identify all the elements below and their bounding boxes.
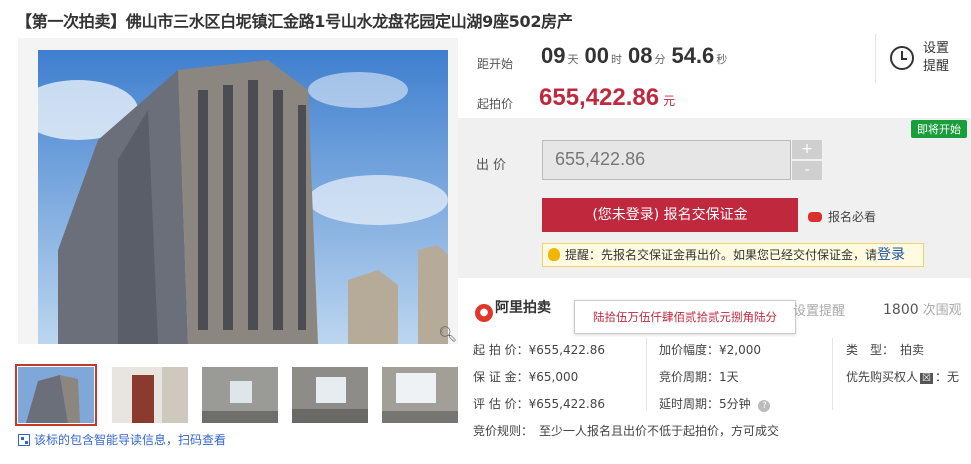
ali-logo-icon: ● <box>475 304 493 322</box>
qr-code-icon <box>18 434 30 446</box>
help-icon[interactable]: ? <box>758 400 771 412</box>
countdown-hours-unit: 时 <box>610 53 622 66</box>
detail-priority-label: 优先购买权人 <box>846 370 919 384</box>
set-reminder-label: 设置提醒 <box>923 41 950 74</box>
detail-type: 类 型： 拍卖 <box>846 341 924 358</box>
detail-priority: 优先购买权人 ☒ ：无 <box>846 368 959 385</box>
detail-type-label: 类 型： <box>846 343 895 357</box>
divider <box>832 338 833 410</box>
countdown-days: 09 <box>541 43 566 68</box>
increase-bid-button[interactable]: + <box>792 140 822 159</box>
countdown-minutes: 08 <box>627 43 653 68</box>
start-price-label: 起拍价 <box>477 97 514 111</box>
tip-text: 先报名交保证金再出价。如果您已经交付保证金，请 <box>601 248 878 262</box>
platform-logo: ● 阿里拍卖 <box>475 297 551 322</box>
divider <box>646 338 647 410</box>
detail-bid-rule: 竞价规则： 至少一人报名且出价不低于起拍价，方可成交 <box>473 424 780 438</box>
register-deposit-button[interactable]: (您未登录) 报名交保证金 <box>542 198 798 232</box>
thumbnail-strip <box>15 364 458 427</box>
countdown-seconds: 54.6 <box>671 43 715 68</box>
page-title: 【第一次拍卖】佛山市三水区白坭镇汇金路1号山水龙盘花园定山湖9座502房产 <box>16 12 573 31</box>
detail-appraisal: 评 估 价：¥655,422.86 <box>473 397 605 411</box>
start-price-amount: 655,422.86 <box>539 84 660 111</box>
set-reminder-link[interactable]: 设置提醒 <box>793 300 845 319</box>
countdown-days-unit: 天 <box>567 53 579 66</box>
detail-priority-value: ：无 <box>934 370 959 384</box>
thumbnail-2[interactable] <box>112 367 188 423</box>
detail-delay-cycle: 延时周期：5分钟 ? <box>659 395 771 412</box>
bid-panel: 即将开始 出价 655,422.86 + - (您未登录) 报名交保证金 报名必… <box>458 118 971 278</box>
lightbulb-icon <box>548 248 560 261</box>
view-count-label: 次围观 <box>922 303 962 318</box>
decrease-bid-button[interactable]: - <box>792 161 822 180</box>
platform-logo-text: 阿里拍卖 <box>495 300 551 316</box>
bid-amount-input[interactable]: 655,422.86 <box>542 140 791 180</box>
set-reminder-button[interactable]: 设置提醒 <box>875 34 971 82</box>
must-read-link[interactable]: 报名必看 <box>808 208 876 225</box>
bid-label: 出价 <box>476 158 511 173</box>
qr-guide-text: 该标的包含智能导读信息，扫码查看 <box>34 433 227 447</box>
countdown-timer: 09 天 00 时 08 分 54.6 秒 <box>541 43 733 69</box>
must-read-label: 报名必看 <box>828 210 877 224</box>
countdown-label: 距开始 <box>477 57 514 71</box>
view-count: 1800 次围观 <box>883 299 962 318</box>
alarm-clock-icon <box>890 46 914 70</box>
qr-guide-link[interactable]: 该标的包含智能导读信息，扫码查看 <box>18 431 226 448</box>
status-badge: 即将开始 <box>911 120 967 138</box>
detail-bid-cycle: 竞价周期：1天 <box>659 370 739 384</box>
thumbnail-5[interactable] <box>382 367 458 423</box>
amount-in-words-tooltip: 陆拾伍万伍仟肆佰贰拾贰元捌角陆分 <box>574 300 796 334</box>
detail-increment: 加价幅度：¥2,000 <box>659 343 761 357</box>
coins-icon <box>808 212 822 222</box>
view-count-number: 1800 <box>883 302 919 318</box>
zoom-icon[interactable]: 🔍︎ <box>438 325 457 343</box>
tip-prefix: 提醒： <box>565 248 602 262</box>
thumbnail-4[interactable] <box>292 367 368 423</box>
login-tip: 提醒：先报名交保证金再出价。如果您已经交付保证金，请登录 <box>542 243 924 267</box>
detail-delay-cycle-text: 延时周期：5分钟 <box>659 397 751 411</box>
priority-badge-icon: ☒ <box>920 373 933 384</box>
thumbnail-3[interactable] <box>202 367 278 423</box>
countdown-hours: 00 <box>584 43 609 68</box>
login-link[interactable]: 登录 <box>877 247 905 263</box>
detail-start-price: 起 拍 价：¥655,422.86 <box>473 343 605 357</box>
start-price: 655,422.86 元 <box>539 84 675 112</box>
detail-type-value: 拍卖 <box>900 343 925 357</box>
thumbnail-1[interactable] <box>15 364 97 426</box>
start-price-currency: 元 <box>663 94 676 108</box>
bid-stepper: + - <box>792 140 822 180</box>
countdown-minutes-unit: 分 <box>654 53 666 66</box>
countdown-seconds-unit: 秒 <box>716 53 728 66</box>
main-property-photo[interactable] <box>18 38 458 344</box>
detail-deposit: 保 证 金：¥65,000 <box>473 370 579 384</box>
